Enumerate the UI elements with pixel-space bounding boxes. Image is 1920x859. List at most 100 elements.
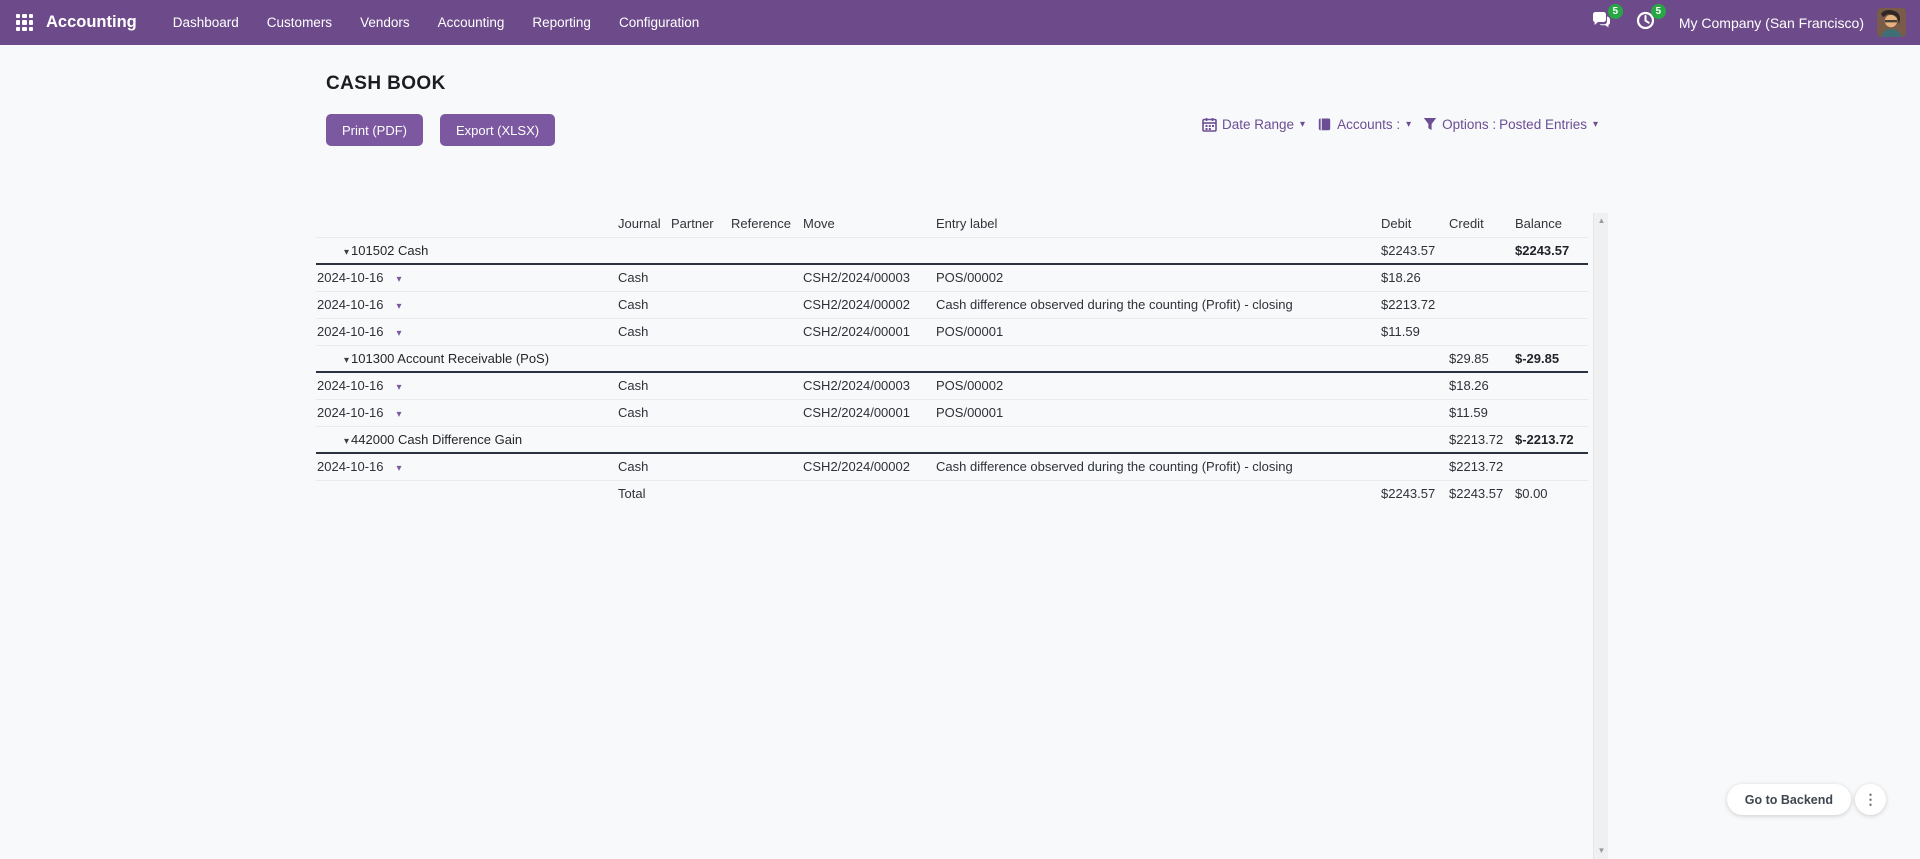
company-switcher[interactable]: My Company (San Francisco) (1679, 15, 1864, 31)
entry-move: CSH2/2024/00002 (797, 291, 930, 318)
group-balance: $-2213.72 (1509, 426, 1588, 453)
kebab-dots-icon: ⋮ (1864, 791, 1878, 807)
options-caret-icon: ▾ (1593, 119, 1598, 130)
entry-reference (725, 291, 797, 318)
group-row: ▾442000 Cash Difference Gain $2213.72$-22… (316, 426, 1588, 453)
accounts-label: Accounts : (1337, 117, 1400, 132)
cashbook-report: Journal Partner Reference Move Entry lab… (316, 210, 1588, 507)
group-account-name: 101502 Cash (351, 243, 428, 258)
col-journal: Journal (612, 210, 665, 237)
entry-date: 2024-10-16 (317, 378, 384, 393)
nav-item-accounting[interactable]: Accounting (424, 2, 519, 43)
entry-reference (725, 264, 797, 291)
entry-partner (665, 318, 725, 345)
group-debit (1375, 426, 1443, 453)
entry-credit: $11.59 (1443, 399, 1509, 426)
entry-partner (665, 399, 725, 426)
entry-debit: $2213.72 (1375, 291, 1443, 318)
avatar-image (1877, 8, 1906, 37)
entry-credit (1443, 264, 1509, 291)
entry-date-dropdown[interactable]: 2024-10-16▾ (316, 318, 612, 345)
activities-count-badge: 5 (1651, 4, 1666, 19)
apps-grid-icon[interactable] (16, 14, 33, 31)
entry-date-dropdown[interactable]: 2024-10-16▾ (316, 372, 612, 399)
entry-date-dropdown[interactable]: 2024-10-16 ▾ (316, 264, 612, 291)
entry-journal: Cash (612, 399, 665, 426)
col-balance: Balance (1509, 210, 1588, 237)
entry-credit: $2213.72 (1443, 453, 1509, 480)
accounts-filter[interactable]: Accounts : ▾ (1317, 117, 1411, 132)
total-credit: $2243.57 (1443, 480, 1509, 507)
group-credit: $29.85 (1443, 345, 1509, 372)
scroll-down-icon[interactable]: ▼ (1594, 844, 1609, 858)
entry-partner (665, 453, 725, 480)
collapse-caret-icon[interactable]: ▾ (344, 247, 349, 258)
nav-item-reporting[interactable]: Reporting (518, 2, 605, 43)
entry-journal: Cash (612, 318, 665, 345)
date-range-filter[interactable]: Date Range ▾ (1202, 117, 1305, 132)
group-balance: $2243.57 (1509, 237, 1588, 264)
scroll-up-icon[interactable]: ▲ (1594, 214, 1609, 228)
kebab-menu-button[interactable]: ⋮ (1855, 784, 1886, 815)
entry-date-dropdown[interactable]: 2024-10-16 ▾ (316, 291, 612, 318)
date-caret-icon: ▾ (397, 328, 402, 339)
col-debit: Debit (1375, 210, 1443, 237)
entry-reference (725, 399, 797, 426)
collapse-caret-icon[interactable]: ▾ (344, 436, 349, 447)
group-account: ▾101300 Account Receivable (PoS) (316, 345, 1375, 372)
entry-date: 2024-10-16 (317, 459, 384, 474)
options-value: Posted Entries (1499, 117, 1587, 132)
activities-button[interactable]: 5 (1636, 11, 1655, 35)
group-account-name: 101300 Account Receivable (PoS) (351, 351, 549, 366)
top-navbar: Accounting Dashboard Customers Vendors A… (0, 0, 1920, 45)
vertical-scrollbar[interactable]: ▲ ▼ (1593, 213, 1608, 859)
group-account-name: 442000 Cash Difference Gain (351, 432, 522, 447)
entry-debit (1375, 399, 1443, 426)
group-credit: $2213.72 (1443, 426, 1509, 453)
user-avatar[interactable] (1877, 8, 1906, 37)
options-filter[interactable]: Options : Posted Entries ▾ (1423, 117, 1598, 132)
funnel-filter-icon (1423, 117, 1437, 131)
date-caret-icon: ▾ (397, 301, 402, 312)
nav-item-configuration[interactable]: Configuration (605, 2, 713, 43)
entry-debit (1375, 372, 1443, 399)
col-entry-label: Entry label (930, 210, 1375, 237)
col-reference: Reference (725, 210, 797, 237)
group-row: ▾101300 Account Receivable (PoS)$29.85$-… (316, 345, 1588, 372)
total-label: Total (612, 480, 665, 507)
nav-item-customers[interactable]: Customers (253, 2, 346, 43)
detail-row: 2024-10-16▾CashCSH2/2024/00001POS/00001$… (316, 399, 1588, 426)
messages-button[interactable]: 5 (1592, 11, 1612, 34)
nav-left: Accounting Dashboard Customers Vendors A… (0, 2, 713, 43)
detail-row: 2024-10-16▾CashCSH2/2024/00002Cash diffe… (316, 291, 1588, 318)
entry-date: 2024-10-16 (317, 297, 384, 312)
entry-date-dropdown[interactable]: 2024-10-16▾ (316, 453, 612, 480)
app-name[interactable]: Accounting (46, 13, 137, 32)
go-to-backend-button[interactable]: Go to Backend (1727, 784, 1851, 815)
nav-item-vendors[interactable]: Vendors (346, 2, 424, 43)
entry-move: CSH2/2024/00001 (797, 399, 930, 426)
entry-move: CSH2/2024/00001 (797, 318, 930, 345)
cashbook-table: Journal Partner Reference Move Entry lab… (316, 210, 1588, 507)
table-header-row: Journal Partner Reference Move Entry lab… (316, 210, 1588, 237)
detail-row: 2024-10-16▾CashCSH2/2024/00002Cash diffe… (316, 453, 1588, 480)
date-caret-icon: ▾ (397, 274, 402, 285)
backend-controls: Go to Backend ⋮ (1727, 784, 1886, 815)
detail-row: 2024-10-16▾CashCSH2/2024/00001POS/00001$… (316, 318, 1588, 345)
entry-date: 2024-10-16 (317, 270, 384, 285)
group-debit (1375, 345, 1443, 372)
nav-item-dashboard[interactable]: Dashboard (159, 2, 253, 43)
entry-date-dropdown[interactable]: 2024-10-16▾ (316, 399, 612, 426)
page-title: CASH BOOK (326, 73, 446, 95)
entry-partner (665, 291, 725, 318)
entry-credit (1443, 318, 1509, 345)
print-pdf-button[interactable]: Print (PDF) (326, 114, 423, 146)
entry-debit (1375, 453, 1443, 480)
export-xlsx-button[interactable]: Export (XLSX) (440, 114, 555, 146)
collapse-caret-icon[interactable]: ▾ (344, 355, 349, 366)
action-buttons: Print (PDF) Export (XLSX) (326, 114, 555, 146)
cashbook-table-body: ▾101502 Cash$2243.57$2243.572024-10-16▾C… (316, 237, 1588, 507)
group-account: ▾442000 Cash Difference Gain (316, 426, 1375, 453)
entry-balance (1509, 399, 1588, 426)
col-credit: Credit (1443, 210, 1509, 237)
